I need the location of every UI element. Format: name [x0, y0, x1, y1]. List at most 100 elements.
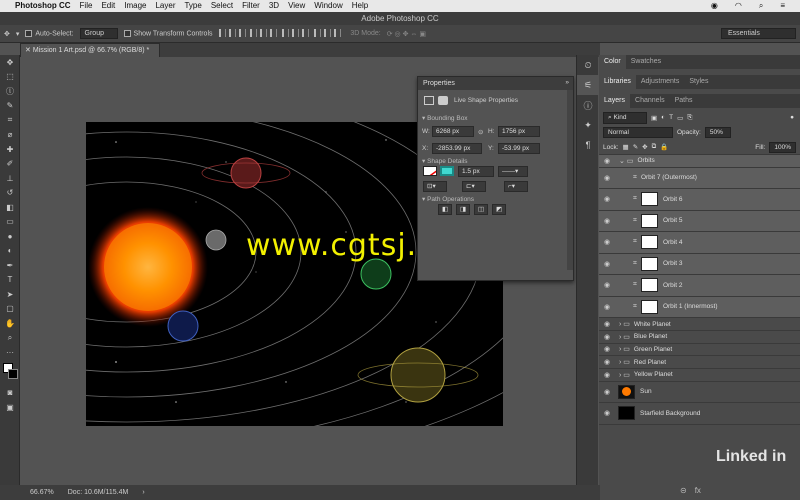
- tab-swatches[interactable]: Swatches: [626, 55, 666, 69]
- show-transform-checkbox[interactable]: Show Transform Controls: [123, 29, 213, 37]
- blend-mode-dropdown[interactable]: Normal: [603, 127, 673, 138]
- layer-row-yellow-planet[interactable]: ◉ › ▭ Yellow Planet: [599, 369, 800, 382]
- workspace-dropdown[interactable]: Essentials: [721, 28, 796, 39]
- filter-smart-icon[interactable]: ⎘: [687, 114, 692, 122]
- filter-shape-icon[interactable]: ▭: [677, 114, 683, 122]
- tool-preset-dropdown[interactable]: ▾: [16, 30, 20, 38]
- move-tool-icon[interactable]: ✥: [0, 55, 20, 70]
- status-menu-icon[interactable]: ›: [142, 489, 144, 496]
- history-icon[interactable]: ⏲: [577, 55, 599, 75]
- close-icon[interactable]: ✕: [25, 47, 33, 54]
- intersect-button[interactable]: ◫: [474, 204, 488, 215]
- color-swatches-icon[interactable]: [0, 360, 20, 386]
- shape-details-header[interactable]: ▾ Shape Details: [422, 157, 468, 165]
- more-tools-icon[interactable]: ···: [0, 345, 20, 360]
- tab-adjustments[interactable]: Adjustments: [636, 75, 685, 89]
- menu-select[interactable]: Select: [211, 0, 233, 12]
- zoom-tool-icon[interactable]: ⌕: [0, 331, 20, 346]
- folder-open-icon[interactable]: ⌄ ▭: [619, 157, 633, 165]
- bounding-box-header[interactable]: ▾ Bounding Box: [422, 114, 468, 122]
- shape-props-icon[interactable]: [424, 96, 434, 105]
- eye-icon[interactable]: ◉: [599, 238, 615, 246]
- layer-row-orbit-6[interactable]: ◉ ⌗ Orbit 6: [599, 189, 800, 211]
- layer-row-orbit-5[interactable]: ◉ ⌗ Orbit 5: [599, 210, 800, 233]
- tab-layers[interactable]: Layers: [599, 94, 631, 108]
- lock-position-icon[interactable]: ✥: [642, 143, 647, 151]
- wifi-icon[interactable]: ◠: [735, 0, 742, 12]
- layer-row-orbits[interactable]: ◉ ⌄ ▭ Orbits: [599, 155, 800, 168]
- fx-icon[interactable]: fx: [695, 486, 701, 495]
- blur-tool-icon[interactable]: ●: [0, 229, 20, 244]
- layer-row-orbit-1[interactable]: ◉ ⌗ Orbit 1 (Innermost): [599, 296, 800, 319]
- tab-styles[interactable]: Styles: [684, 75, 713, 89]
- eye-icon[interactable]: ◉: [599, 303, 615, 311]
- distribute-right-icon[interactable]: [334, 28, 342, 37]
- tab-channels[interactable]: Channels: [630, 94, 670, 108]
- link-layers-icon[interactable]: ⊝: [680, 486, 687, 495]
- tab-libraries[interactable]: Libraries: [599, 75, 636, 89]
- lock-paint-icon[interactable]: ✎: [633, 143, 638, 151]
- history-brush-tool-icon[interactable]: ↺: [0, 186, 20, 201]
- crop-tool-icon[interactable]: ⌗: [0, 113, 20, 128]
- lasso-tool-icon[interactable]: ⓛ: [0, 84, 20, 99]
- filter-toggle-icon[interactable]: ●: [790, 114, 794, 121]
- info-icon[interactable]: ⓘ: [577, 95, 599, 115]
- align-hcenter-icon[interactable]: [260, 28, 268, 37]
- 3d-orbit-icon[interactable]: ⟳ ◎ ✥ ⇔ ▣: [387, 30, 426, 38]
- layer-filter-dropdown[interactable]: ⌕ Kind: [603, 111, 647, 124]
- stroke-width-field[interactable]: 1.5 px: [458, 166, 494, 177]
- rectangle-tool-icon[interactable]: ▢: [0, 302, 20, 317]
- panel-collapse-icon[interactable]: »: [565, 79, 569, 86]
- eye-icon[interactable]: ◉: [599, 195, 615, 203]
- toggle-icon[interactable]: ◉: [711, 0, 718, 12]
- align-right-icon[interactable]: [270, 28, 278, 37]
- exclude-button[interactable]: ◩: [492, 204, 506, 215]
- fill-field[interactable]: 100%: [769, 141, 796, 153]
- eye-icon[interactable]: ◉: [599, 281, 615, 289]
- layer-row-orbit-4[interactable]: ◉ ⌗ Orbit 4: [599, 232, 800, 254]
- mask-props-icon[interactable]: [438, 96, 448, 105]
- eye-icon[interactable]: ◉: [599, 320, 615, 328]
- combine-shapes-button[interactable]: ◧: [438, 204, 452, 215]
- y-field[interactable]: -53.99 px: [498, 143, 540, 154]
- layer-row-blue-planet[interactable]: ◉ › ▭ Blue Planet: [599, 331, 800, 344]
- lock-pixels-icon[interactable]: ▦: [623, 143, 629, 151]
- folder-icon[interactable]: › ▭: [619, 345, 630, 353]
- properties-scrollbar[interactable]: [567, 90, 573, 270]
- stroke-swatch[interactable]: [440, 166, 454, 176]
- layer-row-orbit-2[interactable]: ◉ ⌗ Orbit 2: [599, 275, 800, 297]
- distribute-left-icon[interactable]: [314, 28, 322, 37]
- tab-color[interactable]: Color: [599, 55, 626, 69]
- pen-tool-icon[interactable]: ✒: [0, 258, 20, 273]
- menu-image[interactable]: Image: [124, 0, 146, 12]
- search-icon[interactable]: ⌕: [759, 0, 763, 12]
- menu-app-name[interactable]: Photoshop CC: [15, 0, 71, 12]
- align-bottom-icon[interactable]: [238, 28, 246, 37]
- quick-select-tool-icon[interactable]: ✎: [0, 99, 20, 114]
- path-select-tool-icon[interactable]: ➤: [0, 287, 20, 302]
- eye-icon[interactable]: ◉: [599, 345, 615, 353]
- paragraph-icon[interactable]: ¶: [577, 135, 599, 155]
- distribute-hcenter-icon[interactable]: [324, 28, 332, 37]
- zoom-level[interactable]: 66.67%: [30, 489, 54, 496]
- menu-layer[interactable]: Layer: [155, 0, 175, 12]
- distribute-bottom-icon[interactable]: [302, 28, 310, 37]
- eye-icon[interactable]: ◉: [599, 358, 615, 366]
- tab-paths[interactable]: Paths: [670, 94, 698, 108]
- screen-mode-icon[interactable]: ▣: [0, 400, 20, 415]
- folder-icon[interactable]: › ▭: [619, 358, 630, 366]
- clone-stamp-tool-icon[interactable]: ⊥: [0, 171, 20, 186]
- doc-size[interactable]: Doc: 10.6M/115.4M: [68, 489, 129, 496]
- hand-tool-icon[interactable]: ✋: [0, 316, 20, 331]
- layer-row-white-planet[interactable]: ◉ › ▭ White Planet: [599, 318, 800, 331]
- eraser-tool-icon[interactable]: ◧: [0, 200, 20, 215]
- align-stroke-dropdown[interactable]: ⊡▾: [423, 181, 447, 192]
- lock-artboard-icon[interactable]: ⧉: [652, 143, 657, 151]
- folder-icon[interactable]: › ▭: [619, 371, 630, 379]
- path-operations-header[interactable]: ▾ Path Operations: [422, 195, 474, 203]
- link-icon[interactable]: ⊝: [478, 128, 483, 136]
- filter-pixel-icon[interactable]: ▣: [651, 114, 657, 122]
- fill-swatch[interactable]: [423, 166, 437, 176]
- list-icon[interactable]: ≡: [780, 0, 785, 12]
- menu-edit[interactable]: Edit: [101, 0, 115, 12]
